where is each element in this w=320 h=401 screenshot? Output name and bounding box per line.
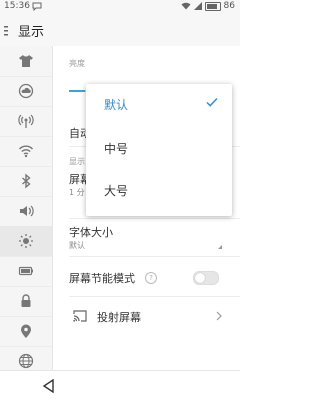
cast-screen-row[interactable]: 投射屏幕: [53, 302, 240, 332]
wifi-status-icon: [181, 2, 191, 10]
font-size-value: 默认: [69, 241, 85, 250]
status-time: 15:36: [4, 1, 30, 11]
power-saving-title: 屏幕节能模式: [69, 272, 135, 285]
popup-option-label: 默认: [104, 98, 129, 112]
screen-timeout-value: 1 分: [69, 188, 85, 197]
sidebar-item-sound[interactable]: [0, 196, 52, 227]
notification-icon: [32, 2, 42, 11]
sidebar-item-hotspot[interactable]: [0, 106, 52, 137]
popup-option-default[interactable]: 默认: [86, 84, 232, 124]
sidebar-item-cloud[interactable]: [0, 76, 52, 107]
sidebar-item-display[interactable]: [0, 226, 52, 257]
brightness-label: 亮度: [69, 59, 85, 68]
status-right: 86: [181, 1, 235, 11]
power-saving-toggle[interactable]: [193, 271, 219, 285]
signal-icon: [193, 2, 202, 10]
chevron-right-icon: [216, 311, 222, 321]
sidebar-item-battery[interactable]: [0, 256, 52, 287]
display-section-label: 显示: [69, 157, 85, 166]
checkmark-icon: [206, 97, 218, 107]
volume-icon: [20, 205, 34, 217]
navigation-bar: [0, 370, 240, 401]
toggle-knob: [195, 273, 205, 283]
sidebar-item-theme[interactable]: [0, 46, 52, 77]
cloud-icon: [18, 83, 34, 99]
page-title: 显示: [18, 25, 45, 40]
popup-option-large[interactable]: 大号: [86, 170, 232, 210]
help-icon[interactable]: ?: [145, 272, 157, 284]
lock-icon: [21, 294, 31, 307]
font-size-title[interactable]: 字体大小: [69, 224, 113, 240]
status-bar: 15:36 86: [0, 0, 240, 14]
title-bar: 显示: [0, 14, 240, 46]
shirt-icon: [19, 55, 33, 67]
brightness-slider-fill: [69, 90, 85, 92]
divider: [69, 296, 240, 297]
popup-option-medium[interactable]: 中号: [86, 128, 232, 168]
divider: [69, 256, 240, 257]
font-size-popup: 默认 中号 大号: [86, 84, 232, 216]
popup-option-label: 大号: [104, 184, 129, 198]
settings-sidebar: [0, 46, 53, 377]
menu-icon[interactable]: [4, 26, 10, 36]
wifi-icon: [18, 145, 34, 158]
battery-percent: 86: [223, 1, 235, 11]
brightness-icon: [19, 234, 33, 248]
sidebar-item-wifi[interactable]: [0, 136, 52, 167]
hotspot-icon: [18, 114, 34, 128]
sidebar-item-bluetooth[interactable]: [0, 166, 52, 197]
location-icon: [21, 324, 31, 338]
dropdown-indicator-icon: [218, 245, 222, 249]
globe-icon: [18, 353, 34, 369]
sidebar-item-security[interactable]: [0, 286, 52, 317]
popup-option-label: 中号: [104, 142, 129, 156]
back-icon[interactable]: [42, 379, 56, 393]
cast-screen-title: 投射屏幕: [97, 311, 141, 324]
battery-status-icon: [204, 1, 221, 11]
battery-icon: [18, 266, 33, 276]
bluetooth-icon: [22, 173, 31, 189]
sidebar-item-location[interactable]: [0, 316, 52, 347]
cast-icon: [73, 310, 87, 322]
divider: [69, 218, 240, 219]
